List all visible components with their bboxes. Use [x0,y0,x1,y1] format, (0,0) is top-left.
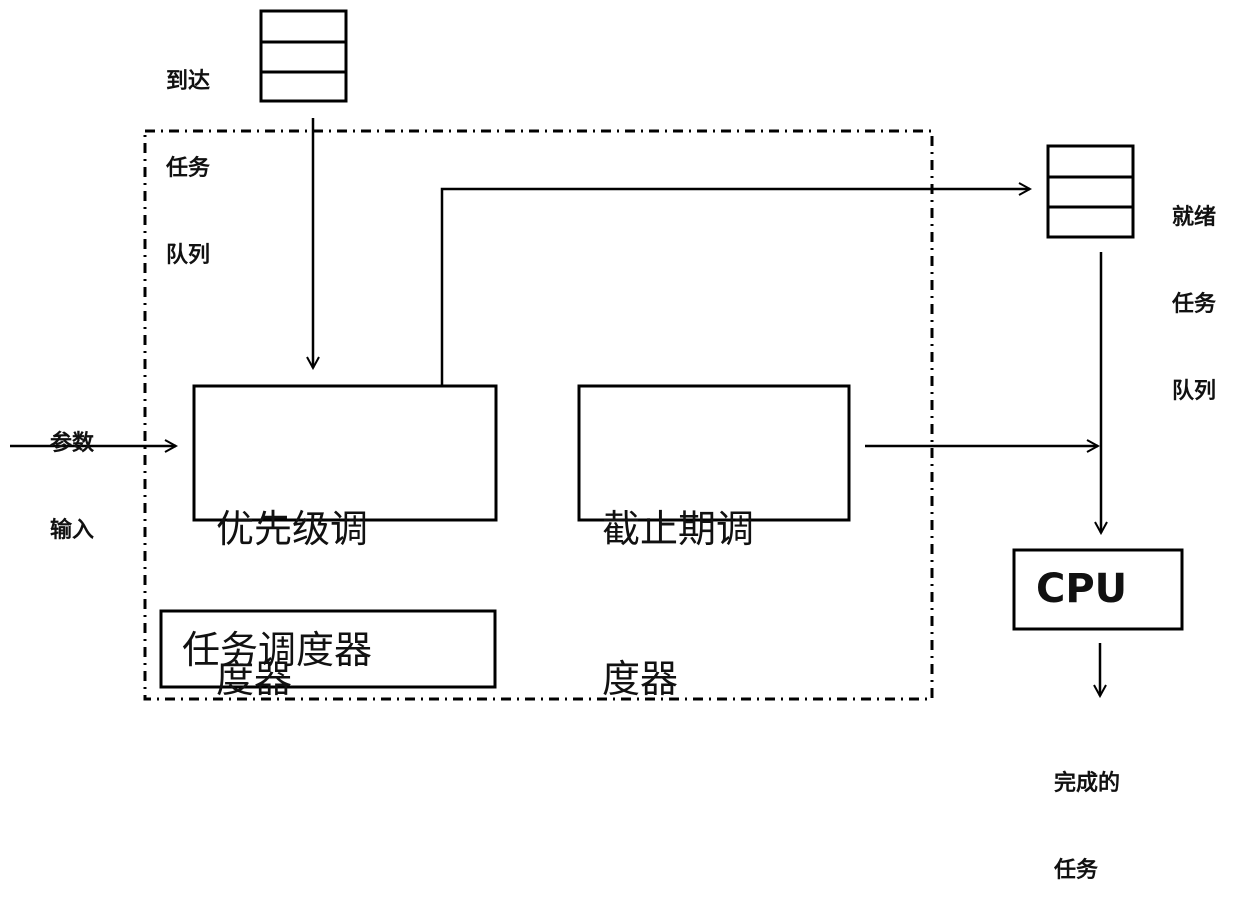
param-input-label-line: 参数 [50,431,95,456]
arrival-queue-label-line: 任务 [166,156,211,181]
completed-tasks-label-line: 完成的 [1054,771,1121,796]
arrival-queue-label-line: 队列 [166,243,211,268]
ready-queue-label-line: 任务 [1172,292,1217,317]
ready-queue-label: 就绪 任务 队列 [1172,145,1216,435]
arrival-queue-label-line: 到达 [166,69,211,94]
param-input-label-line: 输入 [50,518,95,543]
ready-queue [1046,144,1135,239]
task-scheduler-label: 任务调度器 [182,628,373,672]
arrival-queue-label: 到达 任务 队列 [166,9,210,299]
completed-tasks-label: 完成的 任务 [1054,711,1120,914]
arrow-priority-to-ready-queue [440,189,1030,386]
param-input-label: 参数 输入 [50,371,94,574]
arrival-queue [259,9,348,103]
deadline-scheduler-label-line: 度器 [602,657,679,701]
priority-scheduler-label: 优先级调 度器 [216,404,368,754]
completed-tasks-label-line: 任务 [1054,858,1099,883]
priority-scheduler-label-line: 优先级调 [216,507,369,551]
ready-queue-label-line: 队列 [1172,379,1217,404]
cpu-label: CPU [1036,566,1128,612]
ready-queue-label-line: 就绪 [1172,205,1217,230]
deadline-scheduler-label: 截止期调 度器 [602,404,754,754]
deadline-scheduler-label-line: 截止期调 [602,507,755,551]
